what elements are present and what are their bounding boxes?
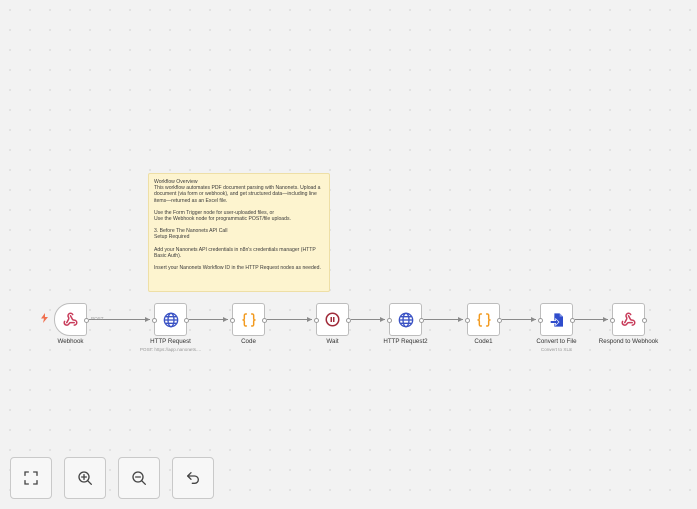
node-label: Webhook [57, 338, 84, 345]
output-port[interactable] [570, 318, 575, 323]
node-subtitle: POST: https://app.nanonets.... [139, 347, 202, 352]
sticky-paragraph: 3. Before The Nanonets API Call Setup Re… [154, 228, 228, 241]
output-port[interactable] [84, 318, 89, 323]
node-label: HTTP Request [150, 338, 191, 345]
undo-button[interactable] [172, 457, 214, 499]
output-port[interactable] [419, 318, 424, 323]
sticky-paragraph: Use the Form Trigger node for user-uploa… [154, 209, 291, 223]
input-port[interactable] [314, 318, 319, 323]
zoom-in-button[interactable] [64, 457, 106, 499]
sticky-note[interactable]: Workflow Overview This workflow automate… [148, 173, 330, 292]
globe-icon [163, 312, 178, 327]
input-port[interactable] [610, 318, 615, 323]
node-http-request[interactable] [152, 303, 189, 336]
node-label: Respond to Webhook [598, 338, 659, 345]
node-respond-to-webhook[interactable] [610, 303, 647, 336]
zoom-out-button[interactable] [118, 457, 160, 499]
output-port[interactable] [642, 318, 647, 323]
node-wait[interactable] [314, 303, 351, 336]
input-port[interactable] [465, 318, 470, 323]
node-webhook[interactable] [54, 303, 89, 336]
webhook-icon [621, 312, 636, 326]
sticky-paragraph: Insert your Nanonets Workflow ID in the … [154, 265, 321, 272]
node-label: HTTP Request2 [383, 338, 428, 345]
output-port[interactable] [262, 318, 267, 323]
code-braces-icon [241, 312, 256, 327]
edge-label: POST [91, 316, 104, 321]
zoom-out-icon [132, 471, 146, 485]
output-port[interactable] [184, 318, 189, 323]
fit-view-icon [24, 471, 38, 485]
file-convert-icon [549, 312, 563, 327]
undo-icon [187, 472, 199, 484]
node-label: Code [241, 338, 256, 345]
node-code[interactable] [230, 303, 267, 336]
webhook-icon [63, 312, 78, 326]
input-port[interactable] [230, 318, 235, 323]
fit-view-button[interactable] [10, 457, 52, 499]
code-braces-icon [476, 312, 491, 327]
pause-icon [325, 312, 340, 327]
output-port[interactable] [497, 318, 502, 323]
workflow-canvas[interactable]: Workflow Overview This workflow automate… [0, 0, 697, 509]
node-convert-to-file[interactable] [538, 303, 575, 336]
zoom-in-icon [78, 471, 92, 485]
globe-icon [398, 312, 413, 327]
trigger-bolt-icon [41, 313, 48, 323]
input-port[interactable] [152, 318, 157, 323]
sticky-paragraph: Add your Nanonets API credentials in n8n… [154, 246, 318, 259]
node-subtitle: Convert to XLS [540, 347, 573, 352]
input-port[interactable] [387, 318, 392, 323]
output-port[interactable] [346, 318, 351, 323]
input-port[interactable] [538, 318, 543, 323]
sticky-paragraph: Workflow Overview This workflow automate… [154, 179, 321, 204]
node-http-request2[interactable] [387, 303, 424, 336]
connections [89, 317, 608, 322]
node-code1[interactable] [465, 303, 502, 336]
